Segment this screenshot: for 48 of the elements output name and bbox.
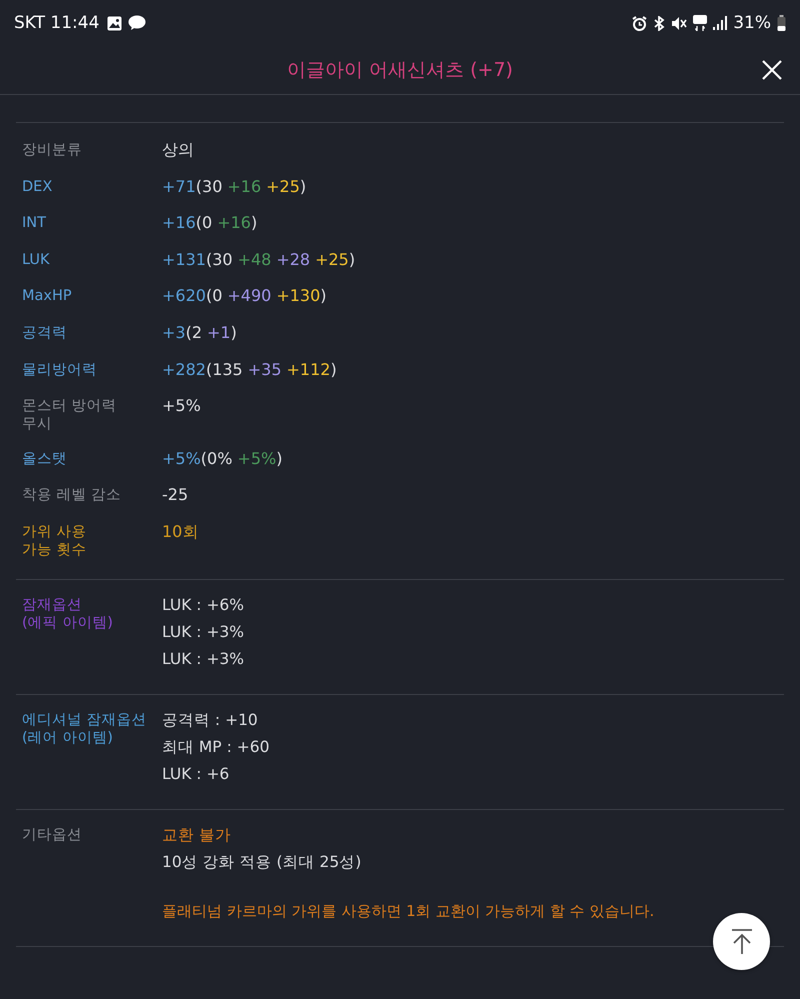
option-value: +5%(0% +5%): [162, 448, 282, 470]
option-label: 몬스터 방어력 무시: [21, 397, 118, 434]
status-time: SKT 11:44: [14, 13, 100, 33]
option-line: 공격력 : +10: [162, 710, 259, 731]
mute-icon: [671, 16, 688, 30]
option-label: 기타옵션: [21, 826, 83, 844]
bluetooth-icon: [653, 16, 666, 30]
option-label: LUK: [21, 250, 51, 269]
option-value: +282(135 +35 +112): [162, 358, 337, 381]
signal-icon: [713, 16, 728, 30]
chat-bubble-icon: [128, 15, 146, 31]
option-label: 공격력: [21, 324, 68, 342]
option-label: DEX: [21, 178, 54, 196]
option-value: -25: [162, 484, 188, 506]
option-label: 잠재옵션 (에픽 아이템): [21, 596, 114, 632]
option-line: LUK : +3%: [162, 622, 244, 643]
option-label: 착용 레벨 감소: [21, 486, 122, 504]
item-title: 이글아이 어새신셔츠 (+7): [287, 58, 513, 83]
option-value: 10회: [162, 520, 198, 543]
option-line: LUK : +6%: [162, 594, 244, 616]
alarm-icon: [632, 16, 648, 30]
option-line: 최대 MP : +60: [162, 736, 270, 758]
option-label: 물리방어력: [21, 360, 98, 379]
option-line: LUK : +6: [162, 764, 230, 785]
arrow-up-to-bar-icon: [730, 928, 752, 954]
option-label: 에디셔널 잠재옵션 (레어 아이템): [21, 710, 148, 747]
option-value: +620(0 +490 +130): [162, 285, 327, 308]
option-label: INT: [21, 214, 47, 232]
battery-icon: [777, 15, 786, 31]
close-button[interactable]: [760, 58, 784, 82]
option-label: 장비분류: [21, 141, 83, 159]
option-value: +5%: [162, 395, 201, 418]
option-line: 교환 불가: [162, 824, 232, 846]
option-line: 10성 강화 적용 (최대 25성): [162, 852, 362, 873]
option-label: 올스탯: [21, 450, 68, 468]
option-label: MaxHP: [21, 287, 73, 306]
gallery-icon: [107, 16, 122, 30]
option-value: +16(0 +16): [162, 212, 258, 234]
option-value: +3(2 +1): [162, 322, 237, 344]
close-icon: [762, 60, 782, 80]
option-note: 플래티넘 카르마의 가위를 사용하면 1회 교환이 가능하게 할 수 있습니다.: [162, 900, 654, 922]
option-line: LUK : +3%: [162, 648, 244, 670]
option-label: 가위 사용 가능 횟수: [21, 522, 88, 559]
network-5g-icon: [693, 15, 708, 31]
battery-percent: 31%: [733, 13, 771, 33]
option-value: +71(30 +16 +25): [162, 176, 306, 198]
option-value: 상의: [162, 139, 194, 161]
option-value: +131(30 +48 +28 +25): [162, 248, 356, 271]
